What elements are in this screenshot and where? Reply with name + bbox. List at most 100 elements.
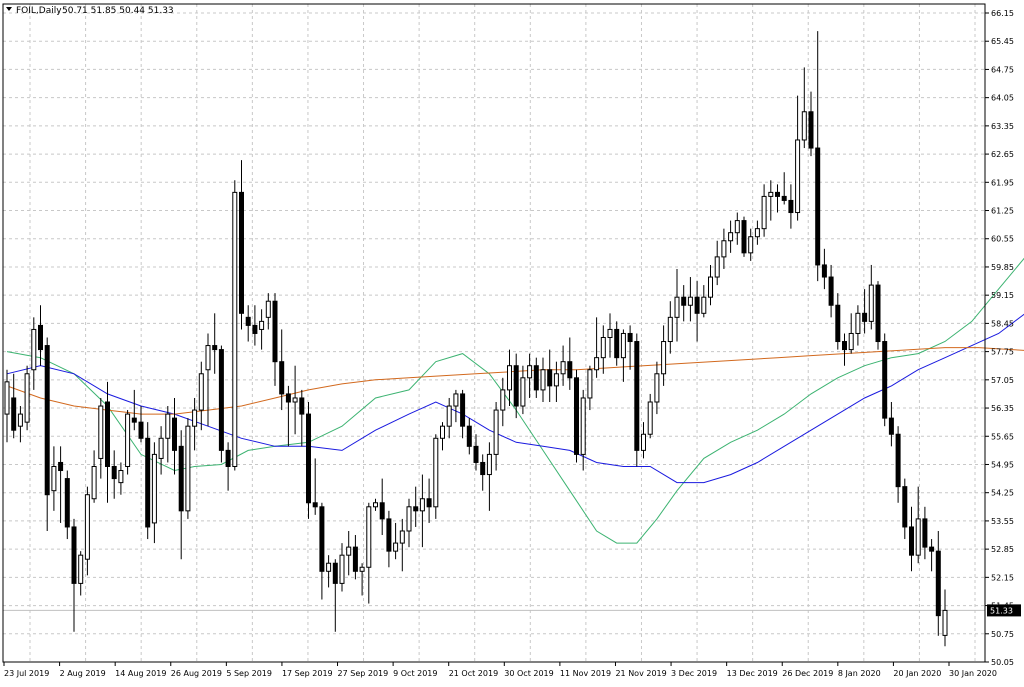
candle-body [285, 393, 291, 403]
candle-body [38, 324, 43, 351]
candle-body [239, 191, 244, 314]
y-tick-label: 56.35 [991, 404, 1014, 413]
candle [319, 502, 325, 600]
candle [647, 393, 653, 439]
x-tick-label: 14 Aug 2019 [115, 669, 166, 678]
candle [151, 442, 157, 544]
x-tick-label: 26 Aug 2019 [171, 669, 222, 678]
candle [701, 285, 707, 318]
candle-body [728, 232, 734, 242]
candle-body [172, 417, 177, 451]
candle-body [741, 220, 747, 254]
y-tick-label: 57.75 [991, 348, 1014, 357]
candle-body [4, 381, 10, 415]
candle-body [875, 284, 881, 343]
candle [634, 333, 640, 467]
candle-body [868, 284, 874, 322]
candle-body [547, 369, 553, 387]
candle-body [888, 417, 894, 435]
candle [687, 277, 693, 322]
candle-body [560, 361, 566, 375]
candle [326, 555, 332, 588]
candle-body [11, 397, 17, 431]
candle [265, 293, 271, 330]
candle-body [145, 437, 151, 528]
candle [453, 389, 459, 423]
candle [332, 559, 338, 632]
candle [386, 510, 392, 568]
candle-body [433, 437, 439, 508]
candle [795, 95, 801, 221]
candle-body [553, 373, 559, 387]
candle-body [225, 449, 231, 467]
candle-body [942, 609, 948, 636]
y-tick-label: 52.85 [991, 545, 1014, 554]
symbol-label: FOIL,Daily [16, 6, 62, 16]
candle-body [647, 401, 653, 435]
candle [734, 212, 740, 245]
candle-body [212, 345, 218, 351]
candle-body [366, 506, 372, 568]
candle [553, 361, 559, 402]
candle-body [252, 324, 258, 334]
candlestick-chart[interactable]: 66.15 65.45 64.75 64.05 63.35 62.65 61.95 61.25… [0, 0, 1024, 683]
candle-body [111, 465, 117, 480]
y-tick-label: 65.45 [991, 37, 1014, 46]
y-tick-label: 61.25 [991, 207, 1014, 216]
candle [922, 506, 928, 560]
candle [868, 264, 874, 330]
candle [714, 240, 720, 286]
candle [131, 389, 137, 431]
candle-body [567, 361, 573, 379]
candle [4, 369, 10, 443]
candle-body [105, 401, 110, 467]
candle-body [306, 413, 311, 504]
current-price-label: 51.33 [990, 606, 1013, 615]
candle-body [701, 296, 707, 314]
candle [661, 325, 667, 386]
candle [708, 264, 713, 306]
candle-body [359, 566, 365, 572]
candle [172, 397, 177, 475]
candle-body [855, 312, 861, 334]
candle [801, 67, 807, 149]
candle [520, 365, 526, 415]
candle-body [17, 413, 23, 427]
x-tick-label: 5 Sep 2019 [226, 669, 272, 678]
candle [339, 543, 345, 592]
candle [808, 91, 814, 157]
candle [145, 422, 151, 540]
candle-body [64, 478, 70, 528]
chart-menu-triangle-icon[interactable] [6, 7, 12, 11]
candle-body [332, 562, 338, 584]
candle-body [627, 332, 633, 343]
y-tick-label: 52.15 [991, 573, 1014, 582]
candle-body [835, 304, 841, 343]
candle-body [520, 377, 526, 407]
y-tick-label: 50.05 [991, 658, 1014, 667]
candle [888, 401, 894, 447]
candle [218, 345, 224, 463]
candle-body [118, 470, 124, 484]
candle [540, 357, 546, 402]
x-tick-label: 27 Sep 2019 [338, 669, 389, 678]
y-tick-label: 58.45 [991, 319, 1014, 328]
candle [909, 506, 914, 572]
candle-body [795, 139, 801, 214]
candle-body [828, 276, 834, 306]
candle-body [446, 405, 452, 427]
candle [607, 313, 613, 358]
candle-body [687, 296, 693, 306]
candle-body [848, 332, 854, 351]
candle-body [393, 542, 399, 552]
candle [473, 434, 479, 471]
y-tick-label: 66.15 [991, 9, 1014, 18]
candle [862, 289, 868, 334]
candle [285, 385, 291, 447]
x-tick-label: 21 Nov 2019 [615, 669, 666, 678]
candle [58, 446, 64, 523]
candle-body [339, 554, 345, 584]
candle [815, 31, 821, 282]
candle-body [165, 413, 171, 439]
candle [406, 498, 412, 548]
